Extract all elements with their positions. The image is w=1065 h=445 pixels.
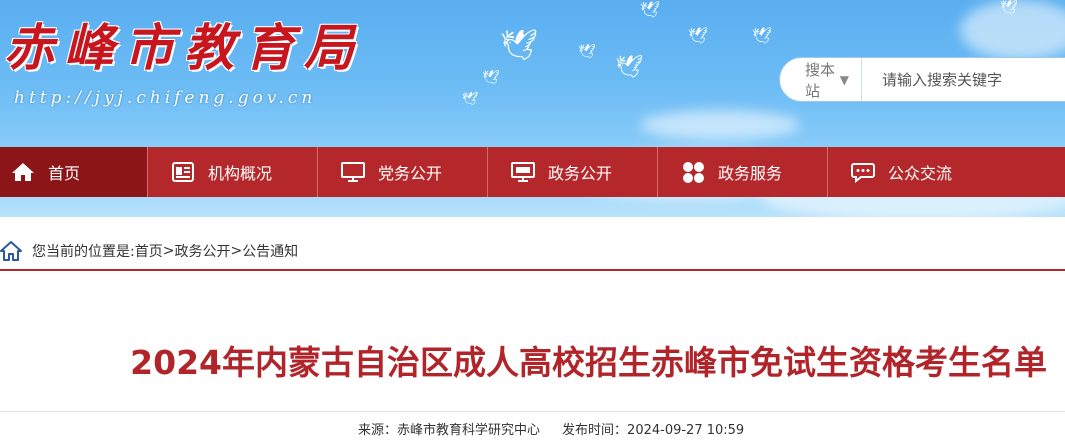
nav-item-label: 首页 bbox=[48, 164, 81, 183]
home-outline-icon bbox=[0, 240, 22, 262]
article-date: 发布时间：2024-09-27 10:59 bbox=[562, 419, 744, 438]
divider bbox=[0, 269, 1065, 271]
chat-icon bbox=[850, 161, 876, 183]
home-icon bbox=[10, 161, 36, 183]
search-scope-label: 搜本站 bbox=[805, 60, 836, 100]
article-meta: 来源：赤峰市教育科学研究中心 发布时间：2024-09-27 10:59 bbox=[358, 419, 744, 438]
nav-item-label: 公众交流 bbox=[888, 164, 953, 183]
dove-icon: 🕊 bbox=[462, 92, 479, 107]
dove-icon: 🕊 bbox=[578, 44, 596, 60]
dove-icon: 🕊 bbox=[1000, 0, 1018, 16]
search-box: 搜本站 ▼ bbox=[779, 57, 1065, 102]
nav-item-label: 政务公开 bbox=[548, 164, 613, 183]
source-label: 来源： bbox=[358, 423, 398, 438]
monitor-icon bbox=[340, 161, 366, 183]
article-source: 来源：赤峰市教育科学研究中心 bbox=[358, 419, 540, 438]
site-url: http://jyj.chifeng.gov.cn bbox=[14, 88, 317, 108]
nav-item-label: 政务服务 bbox=[718, 164, 783, 183]
source-value: 赤峰市教育科学研究中心 bbox=[397, 423, 541, 438]
nav-item-services[interactable]: 政务服务 bbox=[658, 147, 828, 197]
dropdown-arrow-icon: ▼ bbox=[839, 72, 849, 87]
date-value: 2024-09-27 10:59 bbox=[627, 423, 745, 438]
dove-icon: 🕊 bbox=[615, 55, 643, 80]
search-input[interactable] bbox=[862, 57, 1065, 102]
nav-item-public-exchange[interactable]: 公众交流 bbox=[828, 147, 998, 197]
document-icon bbox=[170, 161, 196, 183]
nav-item-home[interactable]: 首页 bbox=[0, 147, 148, 197]
article-title: 2024年内蒙古自治区成人高校招生赤峰市免试生资格考生名单 bbox=[130, 343, 1047, 382]
screen-icon bbox=[510, 161, 536, 183]
breadcrumb: 您当前的位置是: 首页 > 政务公开 > 公告通知 bbox=[0, 233, 1065, 269]
dove-icon: 🕊 bbox=[500, 28, 539, 63]
dove-icon: 🕊 bbox=[640, 0, 661, 19]
dove-icon: 🕊 bbox=[482, 70, 500, 86]
nav-item-label: 机构概况 bbox=[208, 164, 273, 183]
nav-item-party-affairs[interactable]: 党务公开 bbox=[318, 147, 488, 197]
nav-item-government-affairs[interactable]: 政务公开 bbox=[488, 147, 658, 197]
nav-item-organization[interactable]: 机构概况 bbox=[148, 147, 318, 197]
grid-icon bbox=[680, 161, 706, 183]
date-label: 发布时间： bbox=[562, 423, 628, 438]
divider bbox=[0, 411, 1065, 412]
breadcrumb-link-home[interactable]: 首页 bbox=[135, 241, 163, 261]
search-scope-select[interactable]: 搜本站 ▼ bbox=[780, 58, 862, 101]
dove-icon: 🕊 bbox=[688, 26, 709, 45]
breadcrumb-link-notices[interactable]: 公告通知 bbox=[242, 241, 298, 261]
breadcrumb-prefix: 您当前的位置是: bbox=[32, 244, 135, 260]
nav-item-label: 党务公开 bbox=[378, 164, 443, 183]
breadcrumb-separator: > bbox=[230, 243, 243, 259]
dove-icon: 🕊 bbox=[752, 26, 773, 45]
site-logo-title[interactable]: 赤峰市教育局 bbox=[4, 18, 364, 78]
breadcrumb-separator: > bbox=[162, 243, 175, 259]
breadcrumb-link-government-affairs[interactable]: 政务公开 bbox=[174, 241, 230, 261]
main-nav: 首页 机构概况 党务公开 政务公开 政务服务 公众交流 bbox=[0, 147, 1065, 197]
